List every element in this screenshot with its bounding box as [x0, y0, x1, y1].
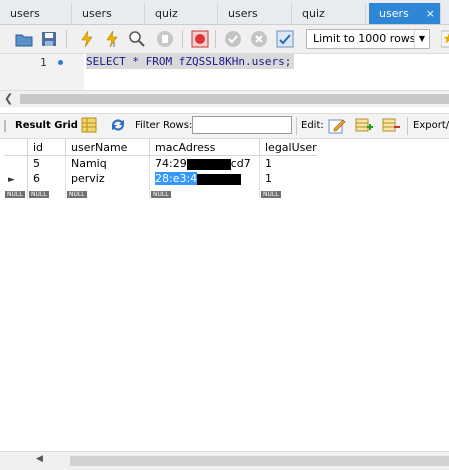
null-badge: NULL: [261, 191, 281, 198]
null-cell[interactable]: NULL: [260, 186, 317, 199]
explain-magnifier-icon[interactable]: [128, 30, 146, 48]
scrollbar-thumb[interactable]: [70, 456, 449, 466]
sql-from-keyword: FROM: [145, 55, 173, 68]
beautify-star-icon[interactable]: [441, 30, 449, 48]
row-header[interactable]: ►: [4, 171, 28, 186]
sql-star: *: [132, 55, 139, 68]
sql-editor[interactable]: 1 SELECT * FROM fZQSSL8KHn.users;: [0, 54, 449, 90]
toolbar-divider: [66, 30, 67, 48]
tab-label: quiz: [155, 7, 178, 20]
cell-legaluser[interactable]: 1: [260, 156, 317, 172]
scroll-left-icon[interactable]: ◀: [36, 454, 43, 464]
table-row[interactable]: ► 6 perviz 28:e3:4 1: [4, 171, 317, 186]
autocommit-icon[interactable]: [276, 30, 294, 48]
header-row: id userName macAdress legalUser: [4, 139, 317, 156]
null-cell[interactable]: NULL: [65, 186, 150, 199]
toolbar-divider: [296, 117, 297, 135]
limit-rows-select[interactable]: Limit to 1000 rows ▼: [306, 29, 430, 49]
cell-id[interactable]: 6: [27, 171, 66, 186]
null-cell[interactable]: NULL: [149, 186, 260, 199]
filter-rows-label: Filter Rows:: [135, 120, 193, 131]
chevron-down-icon[interactable]: ▼: [414, 30, 429, 48]
cell-id[interactable]: 5: [27, 155, 66, 171]
column-header-username[interactable]: userName: [65, 139, 150, 156]
result-grid-tab[interactable]: Result Grid: [15, 120, 78, 131]
toolbar-divider: [182, 30, 183, 48]
column-header-legaluser[interactable]: legalUser: [259, 139, 317, 156]
execute-lightning-icon[interactable]: [78, 30, 96, 48]
row-header[interactable]: [4, 155, 28, 171]
sql-select-keyword: SELECT: [86, 55, 126, 68]
cell-legaluser[interactable]: 1: [260, 171, 317, 186]
limit-rows-value: Limit to 1000 rows: [313, 32, 416, 45]
result-table: id userName macAdress legalUser 5 Namiq …: [4, 139, 317, 199]
line-number: 1: [40, 56, 47, 69]
sql-table-name: fZQSSL8KHn.users;: [178, 55, 292, 68]
commit-check-icon[interactable]: [224, 30, 242, 48]
mac-visible-prefix: 74:29: [155, 157, 187, 170]
table-row[interactable]: 5 Namiq 74:29 cd7 1: [4, 155, 317, 172]
svg-text:I: I: [113, 41, 115, 48]
execute-current-icon[interactable]: I: [103, 30, 121, 48]
null-badge: NULL: [5, 191, 25, 198]
save-icon[interactable]: [40, 30, 58, 48]
toolbar-divider: [215, 30, 216, 48]
delete-row-icon[interactable]: [382, 117, 400, 134]
tab-strip: users users quiz users quiz users ×: [0, 0, 449, 25]
sql-statement[interactable]: SELECT * FROM fZQSSL8KHn.users;: [86, 54, 295, 69]
mac-visible-prefix: 28:e3:4: [155, 172, 198, 185]
tab-users-3[interactable]: users: [218, 3, 292, 24]
null-badge: NULL: [29, 191, 49, 198]
editor-horizontal-scrollbar[interactable]: ❮: [0, 90, 449, 107]
edit-label: Edit:: [301, 120, 324, 131]
tab-close-icon[interactable]: ×: [426, 3, 435, 24]
tab-quiz-2[interactable]: quiz: [292, 3, 366, 24]
tab-label: users: [10, 7, 40, 20]
cell-username[interactable]: Namiq: [65, 155, 150, 171]
result-grid: id userName macAdress legalUser 5 Namiq …: [4, 139, 317, 199]
cell-username[interactable]: perviz: [65, 171, 150, 186]
cell-macadress[interactable]: 74:29 cd7: [149, 155, 260, 171]
grid-view-icon[interactable]: [81, 117, 97, 133]
statement-marker-icon: [58, 60, 63, 65]
tab-label: users: [379, 7, 409, 20]
filter-rows-input[interactable]: [192, 116, 292, 134]
mac-visible-suffix: cd7: [230, 157, 251, 170]
null-cell[interactable]: NULL: [27, 186, 66, 199]
result-toolbar: Result Grid Filter Rows: Edit: Export/I: [0, 113, 449, 139]
redaction-box: [197, 173, 242, 185]
toolbar-divider: [407, 117, 408, 135]
tab-label: users: [82, 7, 112, 20]
column-header-macadress[interactable]: macAdress: [149, 139, 260, 156]
stop-icon[interactable]: [156, 30, 174, 48]
open-folder-icon[interactable]: [15, 30, 33, 48]
cell-macadress-selected[interactable]: 28:e3:4: [149, 171, 260, 186]
tab-label: quiz: [302, 7, 325, 20]
grid-horizontal-scrollbar[interactable]: ◀: [0, 451, 449, 470]
tab-quiz-1[interactable]: quiz: [145, 3, 218, 24]
tab-label: users: [228, 7, 258, 20]
redaction-box: [186, 158, 231, 170]
scrollbar-thumb[interactable]: [20, 94, 449, 104]
tab-users-2[interactable]: users: [72, 3, 145, 24]
null-badge: NULL: [151, 191, 171, 198]
tab-users-active[interactable]: users ×: [369, 3, 441, 24]
edit-pencil-icon[interactable]: [328, 117, 346, 134]
new-row-placeholder[interactable]: NULL NULL NULL NULL NULL: [4, 186, 317, 199]
tab-users-1[interactable]: users: [0, 3, 72, 24]
export-import-label[interactable]: Export/I: [413, 120, 449, 131]
grip-icon: [4, 120, 6, 132]
row-header-corner: [4, 139, 28, 156]
column-header-id[interactable]: id: [27, 139, 66, 156]
current-row-arrow-icon: ►: [8, 175, 15, 185]
stop-on-error-icon[interactable]: [191, 30, 209, 48]
sql-toolbar: I Limit to 1000 rows ▼: [0, 25, 449, 54]
refresh-icon[interactable]: [110, 118, 126, 132]
null-badge: NULL: [67, 191, 87, 198]
scroll-left-icon[interactable]: ❮: [4, 92, 13, 105]
row-header: NULL: [4, 186, 28, 199]
rollback-x-icon[interactable]: [250, 30, 268, 48]
insert-row-icon[interactable]: [355, 117, 373, 134]
